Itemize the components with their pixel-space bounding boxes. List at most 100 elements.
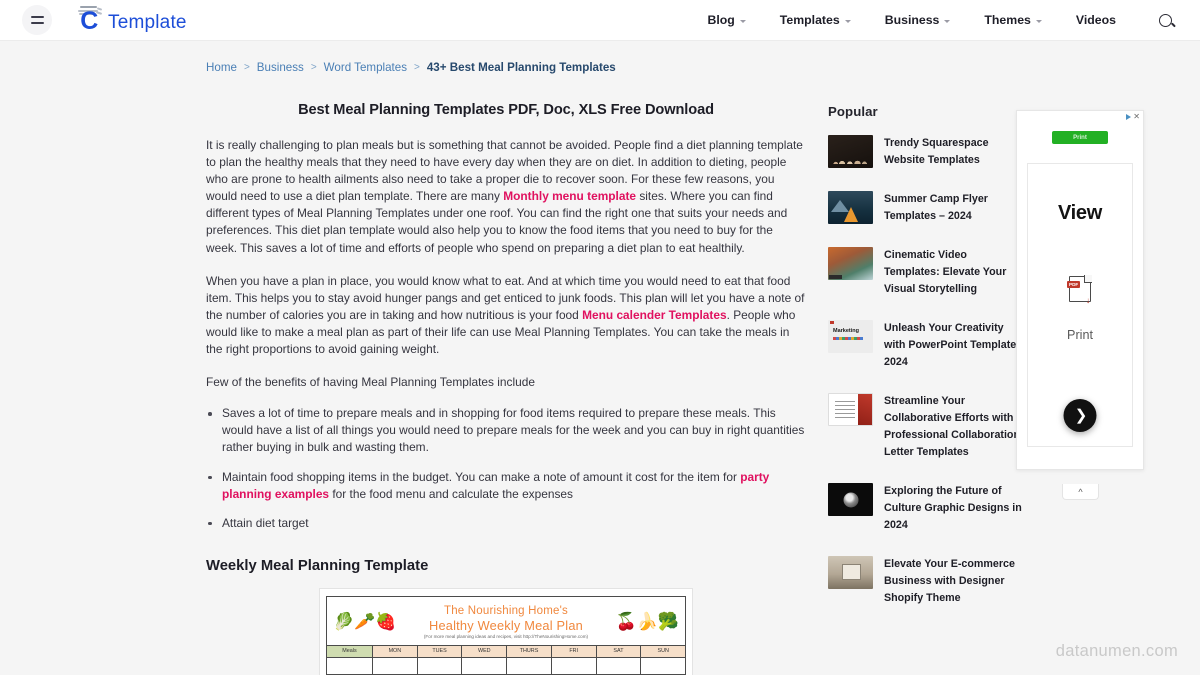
breadcrumb-separator: > xyxy=(243,62,250,73)
breadcrumb-item-home[interactable]: Home xyxy=(206,61,237,74)
logo-wordmark: Template xyxy=(108,12,187,33)
popular-post-title: Cinematic Video Templates: Elevate Your … xyxy=(884,249,1007,295)
powerpoint-thumbnail-image xyxy=(828,320,873,353)
ad-cta-button[interactable]: Print xyxy=(1052,131,1108,144)
popular-post-title: Elevate Your E-commerce Business with De… xyxy=(884,558,1015,604)
culture-thumbnail-image xyxy=(828,483,873,516)
cell xyxy=(641,657,686,674)
meal-plan-template-image[interactable]: 🥬🥕🍓 The Nourishing Home's Healthy Weekly… xyxy=(319,587,693,675)
produce-illustration-right: 🍒🍌🥦 xyxy=(615,612,679,632)
cell xyxy=(417,657,463,674)
nav-label: Business xyxy=(884,13,940,27)
chevron-down-icon xyxy=(739,19,746,23)
column-header-sat: SAT xyxy=(596,645,642,657)
list-item[interactable]: Exploring the Future of Culture Graphic … xyxy=(828,483,1023,534)
meal-plan-column-headers: Meals MON TUES WED THURS FRI SAT SUN xyxy=(327,644,686,657)
meal-plan-title-line2: Healthy Weekly Meal Plan xyxy=(429,617,583,633)
page-title: Best Meal Planning Templates PDF, Doc, X… xyxy=(298,102,714,118)
squarespace-thumbnail-image xyxy=(828,135,873,168)
nav-item-templates[interactable]: Templates xyxy=(763,13,868,27)
breadcrumb-separator: > xyxy=(414,62,420,73)
chevron-down-icon xyxy=(844,19,851,23)
inline-link-menu-calender-templates[interactable]: Menu calender Templates xyxy=(582,308,727,322)
ad-headline: View xyxy=(1057,202,1102,224)
popular-post-title: Exploring the Future of Culture Graphic … xyxy=(884,485,1022,531)
adchoices-triangle-icon xyxy=(1126,114,1132,120)
site-logo[interactable]: C Template xyxy=(74,5,187,35)
cell xyxy=(373,657,418,674)
cell xyxy=(507,657,552,674)
nav-item-business[interactable]: Business xyxy=(868,13,968,27)
search-button[interactable] xyxy=(1133,13,1174,27)
nav-label: Videos xyxy=(1075,13,1116,27)
ad-next-button[interactable]: ❯ xyxy=(1063,399,1097,432)
list-item[interactable]: Unleash Your Creativity with PowerPoint … xyxy=(828,320,1023,371)
popular-post-title: Summer Camp Flyer Templates – 2024 xyxy=(884,193,988,222)
meal-plan-title-line1: The Nourishing Home's xyxy=(443,604,568,617)
hamburger-icon[interactable] xyxy=(22,5,52,35)
breadcrumb-current: 43+ Best Meal Planning Templates xyxy=(426,61,616,74)
list-item-text: for the food menu and calculate the expe… xyxy=(329,486,573,501)
cell xyxy=(327,657,373,674)
logo-mark-icon: C xyxy=(74,5,104,35)
ad-creative-card[interactable]: View PDF ↓ Print ❯ xyxy=(1027,163,1133,447)
meal-plan-header: 🥬🥕🍓 The Nourishing Home's Healthy Weekly… xyxy=(327,597,685,645)
sidebar: Popular Trendy Squarespace Website Templ… xyxy=(828,102,1023,675)
column-header-tues: TUES xyxy=(417,645,463,657)
inline-link-monthly-menu-template[interactable]: Monthly menu template xyxy=(503,189,636,203)
ad-collapse-button[interactable]: ^ xyxy=(1062,484,1099,500)
meal-plan-row xyxy=(327,656,686,674)
paragraph-intro: It is really challenging to plan meals b… xyxy=(206,137,806,257)
section-heading-weekly-meal-planning: Weekly Meal Planning Template xyxy=(206,557,429,574)
letter-thumbnail-image xyxy=(828,393,873,426)
list-item: Saves a lot of time to prepare meals and… xyxy=(206,405,806,456)
sidebar-title-popular: Popular xyxy=(828,104,878,119)
list-item[interactable]: Cinematic Video Templates: Elevate Your … xyxy=(828,247,1023,298)
produce-illustration-left: 🥬🥕🍓 xyxy=(333,612,397,632)
hamburger-bar xyxy=(30,22,44,24)
camp-thumbnail-image xyxy=(828,191,873,224)
breadcrumb: Home > Business > Word Templates > 43+ B… xyxy=(0,41,1200,74)
meal-plan-subtitle: (For more meal planning ideas and recipe… xyxy=(423,633,589,639)
popular-post-title: Trendy Squarespace Website Templates xyxy=(884,137,989,166)
popular-post-title: Streamline Your Collaborative Efforts wi… xyxy=(884,395,1020,458)
download-arrow-icon: ↓ xyxy=(1086,296,1090,305)
breadcrumb-separator: > xyxy=(310,62,317,73)
logo-letter: C xyxy=(80,7,98,35)
search-icon xyxy=(1159,13,1172,27)
cell xyxy=(551,657,597,674)
adchoices-icon[interactable]: ✕ xyxy=(1126,113,1140,121)
close-icon[interactable]: ✕ xyxy=(1133,113,1140,121)
list-item[interactable]: Summer Camp Flyer Templates – 2024 xyxy=(828,191,1023,225)
list-item[interactable]: Elevate Your E-commerce Business with De… xyxy=(828,556,1023,607)
article-body: Best Meal Planning Templates PDF, Doc, X… xyxy=(206,102,806,675)
cell xyxy=(462,657,508,674)
watermark: datanumen.com xyxy=(1055,642,1178,660)
nav-label: Themes xyxy=(984,13,1031,27)
column-header-sun: SUN xyxy=(641,645,686,657)
nav-item-themes[interactable]: Themes xyxy=(967,13,1058,27)
breadcrumb-item-word-templates[interactable]: Word Templates xyxy=(324,61,407,74)
site-header: C Template Blog Templates Business Theme… xyxy=(0,0,1200,41)
list-item[interactable]: Streamline Your Collaborative Efforts wi… xyxy=(828,393,1023,461)
chevron-up-icon: ^ xyxy=(1078,486,1083,497)
list-item-text: Saves a lot of time to prepare meals and… xyxy=(222,406,805,455)
popular-post-title: Unleash Your Creativity with PowerPoint … xyxy=(884,322,1023,368)
ad-subtext: Print xyxy=(1067,328,1093,342)
pdf-label: PDF xyxy=(1067,281,1081,288)
nav-item-videos[interactable]: Videos xyxy=(1059,13,1133,27)
pdf-fold-shape xyxy=(1084,275,1092,283)
main-navigation: Blog Templates Business Themes Videos xyxy=(690,13,1174,27)
benefits-list: Saves a lot of time to prepare meals and… xyxy=(206,405,806,532)
chevron-down-icon xyxy=(1035,19,1042,23)
breadcrumb-item-business[interactable]: Business xyxy=(257,61,304,74)
column-header-fri: FRI xyxy=(551,645,597,657)
list-item[interactable]: Trendy Squarespace Website Templates xyxy=(828,135,1023,169)
column-header-thurs: THURS xyxy=(507,645,552,657)
nav-item-blog[interactable]: Blog xyxy=(690,13,762,27)
nav-label: Templates xyxy=(779,13,840,27)
meal-plan-table: 🥬🥕🍓 The Nourishing Home's Healthy Weekly… xyxy=(326,595,686,675)
column-header-meals: Meals xyxy=(327,645,373,657)
list-item: Maintain food shopping items in the budg… xyxy=(206,469,806,503)
pdf-document-icon: PDF ↓ xyxy=(1067,275,1092,305)
